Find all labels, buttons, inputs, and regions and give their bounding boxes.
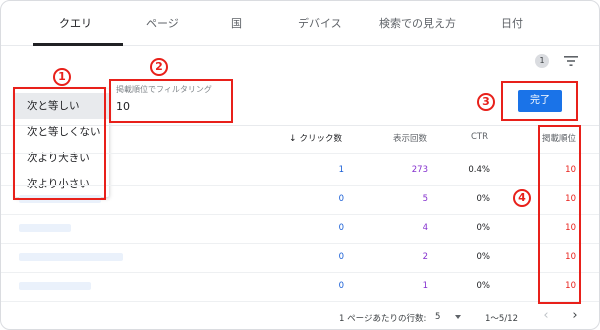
chevron-left-icon[interactable]: ‹	[538, 308, 554, 324]
cell-impressions: 2	[422, 252, 428, 262]
annotation-number-2: 2	[150, 58, 168, 76]
cell-impressions: 1	[422, 281, 428, 291]
column-header-clicks[interactable]: ↓ クリック数	[289, 132, 342, 144]
cell-ctr: 0.4%	[468, 165, 490, 175]
tab-bar: クエリ ページ 国 デバイス 検索での見え方 日付	[1, 1, 599, 46]
cell-ctr: 0%	[476, 194, 491, 204]
tab-device[interactable]: デバイス	[298, 15, 342, 31]
arrow-down-icon: ↓	[288, 134, 297, 144]
tab-country[interactable]: 国	[231, 15, 242, 31]
annotation-box-dropdown	[13, 87, 106, 200]
redacted-query	[19, 253, 123, 261]
rows-per-page-label: 1 ページあたりの行数:	[339, 314, 427, 324]
cell-clicks: 0	[338, 194, 344, 204]
column-header-clicks-label: クリック数	[299, 134, 342, 144]
cell-ctr: 0%	[476, 223, 491, 233]
row-divider	[1, 272, 599, 273]
active-tab-indicator	[33, 43, 123, 46]
redacted-query	[19, 282, 91, 290]
performance-report-panel: クエリ ページ 国 デバイス 検索での見え方 日付 1 次と等しい 次と等しくな…	[0, 0, 600, 330]
redacted-query	[19, 224, 71, 232]
row-divider	[1, 243, 599, 244]
tab-date[interactable]: 日付	[501, 15, 523, 31]
chevron-right-icon[interactable]: ›	[567, 308, 583, 324]
cell-clicks: 1	[338, 165, 344, 175]
annotation-box-filter	[109, 79, 233, 123]
chevron-down-icon[interactable]	[455, 315, 461, 319]
tab-search-appearance[interactable]: 検索での見え方	[379, 15, 456, 31]
annotation-number-4: 4	[513, 189, 531, 207]
row-divider	[1, 301, 599, 302]
rows-per-page-select[interactable]: 5	[435, 312, 440, 322]
pagination-range: 1〜5/12	[485, 314, 518, 324]
cell-ctr: 0%	[476, 281, 491, 291]
column-header-impressions[interactable]: 表示回数	[393, 132, 427, 144]
cell-ctr: 0%	[476, 252, 491, 262]
filter-list-icon[interactable]	[564, 55, 578, 67]
tab-page[interactable]: ページ	[146, 15, 179, 31]
cell-impressions: 5	[422, 194, 428, 204]
annotation-number-1: 1	[53, 68, 71, 86]
row-divider	[1, 214, 599, 215]
cell-clicks: 0	[338, 281, 344, 291]
filter-count-badge: 1	[535, 54, 549, 68]
cell-clicks: 0	[338, 252, 344, 262]
cell-clicks: 0	[338, 223, 344, 233]
annotation-number-3: 3	[477, 93, 495, 111]
tab-query[interactable]: クエリ	[59, 15, 92, 31]
cell-impressions: 4	[422, 223, 428, 233]
cell-impressions: 273	[411, 165, 428, 175]
annotation-box-done	[501, 81, 578, 121]
column-header-ctr[interactable]: CTR	[471, 132, 488, 142]
annotation-box-position-column	[538, 125, 581, 304]
